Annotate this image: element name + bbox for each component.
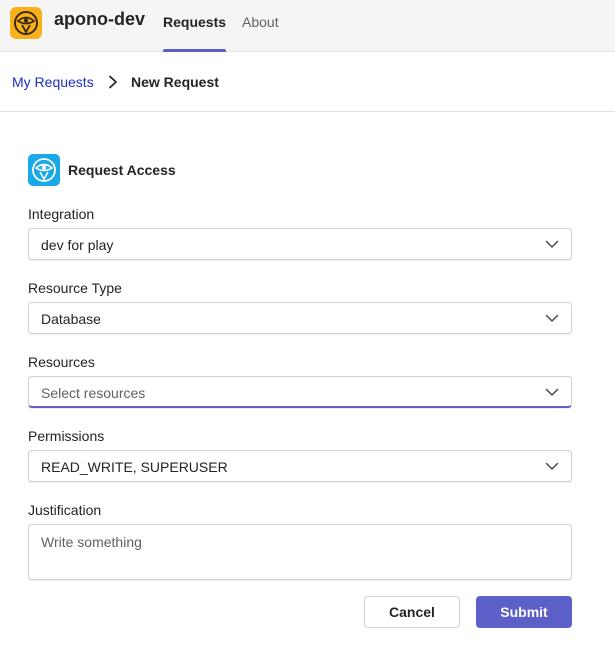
integration-value: dev for play [41,237,114,253]
chevron-down-icon [545,314,559,322]
active-tab-indicator [163,49,227,52]
resources-label: Resources [28,354,95,370]
permissions-select[interactable]: READ_WRITE, SUPERUSER [28,450,572,482]
resource-type-value: Database [41,311,101,327]
chevron-right-icon [109,75,117,89]
submit-button[interactable]: Submit [476,596,572,628]
form-title: Request Access [68,162,176,178]
justification-label: Justification [28,502,102,518]
breadcrumb: My Requests New Request [0,53,615,112]
tab-about-label: About [242,14,279,30]
app-name: apono-dev [54,9,146,29]
app-header: apono-dev Requests About [0,0,615,52]
permissions-label: Permissions [28,428,105,444]
resources-select[interactable]: Select resources [28,376,572,408]
breadcrumb-my-requests-link[interactable]: My Requests [12,74,94,90]
apono-logo-icon [10,7,42,39]
chevron-down-icon [545,462,559,470]
tab-about[interactable]: About [242,14,279,52]
chevron-down-icon [545,240,559,248]
tab-requests[interactable]: Requests [163,14,227,52]
resource-type-select[interactable]: Database [28,302,572,334]
apono-app-icon [28,154,60,186]
permissions-value: READ_WRITE, SUPERUSER [41,459,228,475]
resources-placeholder: Select resources [41,385,146,401]
resource-type-label: Resource Type [28,280,122,296]
chevron-down-icon [545,388,559,396]
justification-textarea[interactable]: Write something [28,524,572,580]
cancel-button[interactable]: Cancel [364,596,460,628]
integration-select[interactable]: dev for play [28,228,572,260]
justification-placeholder: Write something [41,534,142,550]
tab-requests-label: Requests [163,14,227,30]
integration-label: Integration [28,206,95,222]
breadcrumb-current: New Request [131,74,219,90]
